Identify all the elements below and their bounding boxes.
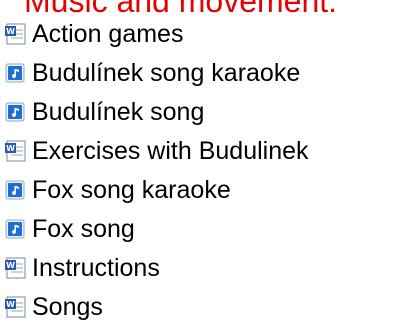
word-document-icon: W (5, 140, 26, 161)
file-name: Exercises with Budulinek (32, 136, 309, 165)
file-item[interactable]: W Exercises with Budulinek (3, 131, 401, 170)
file-item[interactable]: Fox song karaoke (3, 170, 401, 209)
file-name: Action games (32, 19, 184, 48)
file-item[interactable]: W Songs (3, 287, 401, 326)
file-name: Instructions (32, 253, 160, 282)
word-document-icon: W (5, 23, 26, 44)
file-item[interactable]: Fox song (3, 209, 401, 248)
file-list: W Action games Budulínek song karaoke Bu… (3, 14, 401, 326)
svg-text:W: W (6, 261, 15, 270)
svg-text:W: W (6, 144, 15, 153)
file-item[interactable]: Budulínek song (3, 92, 401, 131)
word-document-icon: W (5, 296, 26, 317)
file-item[interactable]: W Action games (3, 14, 401, 53)
audio-file-icon (5, 180, 25, 199)
word-document-icon: W (5, 257, 26, 278)
file-name: Fox song (32, 214, 135, 243)
audio-file-icon (5, 219, 25, 238)
svg-text:W: W (6, 27, 15, 36)
svg-text:W: W (6, 300, 15, 309)
file-name: Fox song karaoke (32, 175, 231, 204)
audio-file-icon (5, 63, 25, 82)
file-item[interactable]: Budulínek song karaoke (3, 53, 401, 92)
file-name: Budulínek song karaoke (32, 58, 301, 87)
file-item[interactable]: W Instructions (3, 248, 401, 287)
file-name: Songs (32, 292, 103, 321)
file-name: Budulínek song (32, 97, 205, 126)
audio-file-icon (5, 102, 25, 121)
